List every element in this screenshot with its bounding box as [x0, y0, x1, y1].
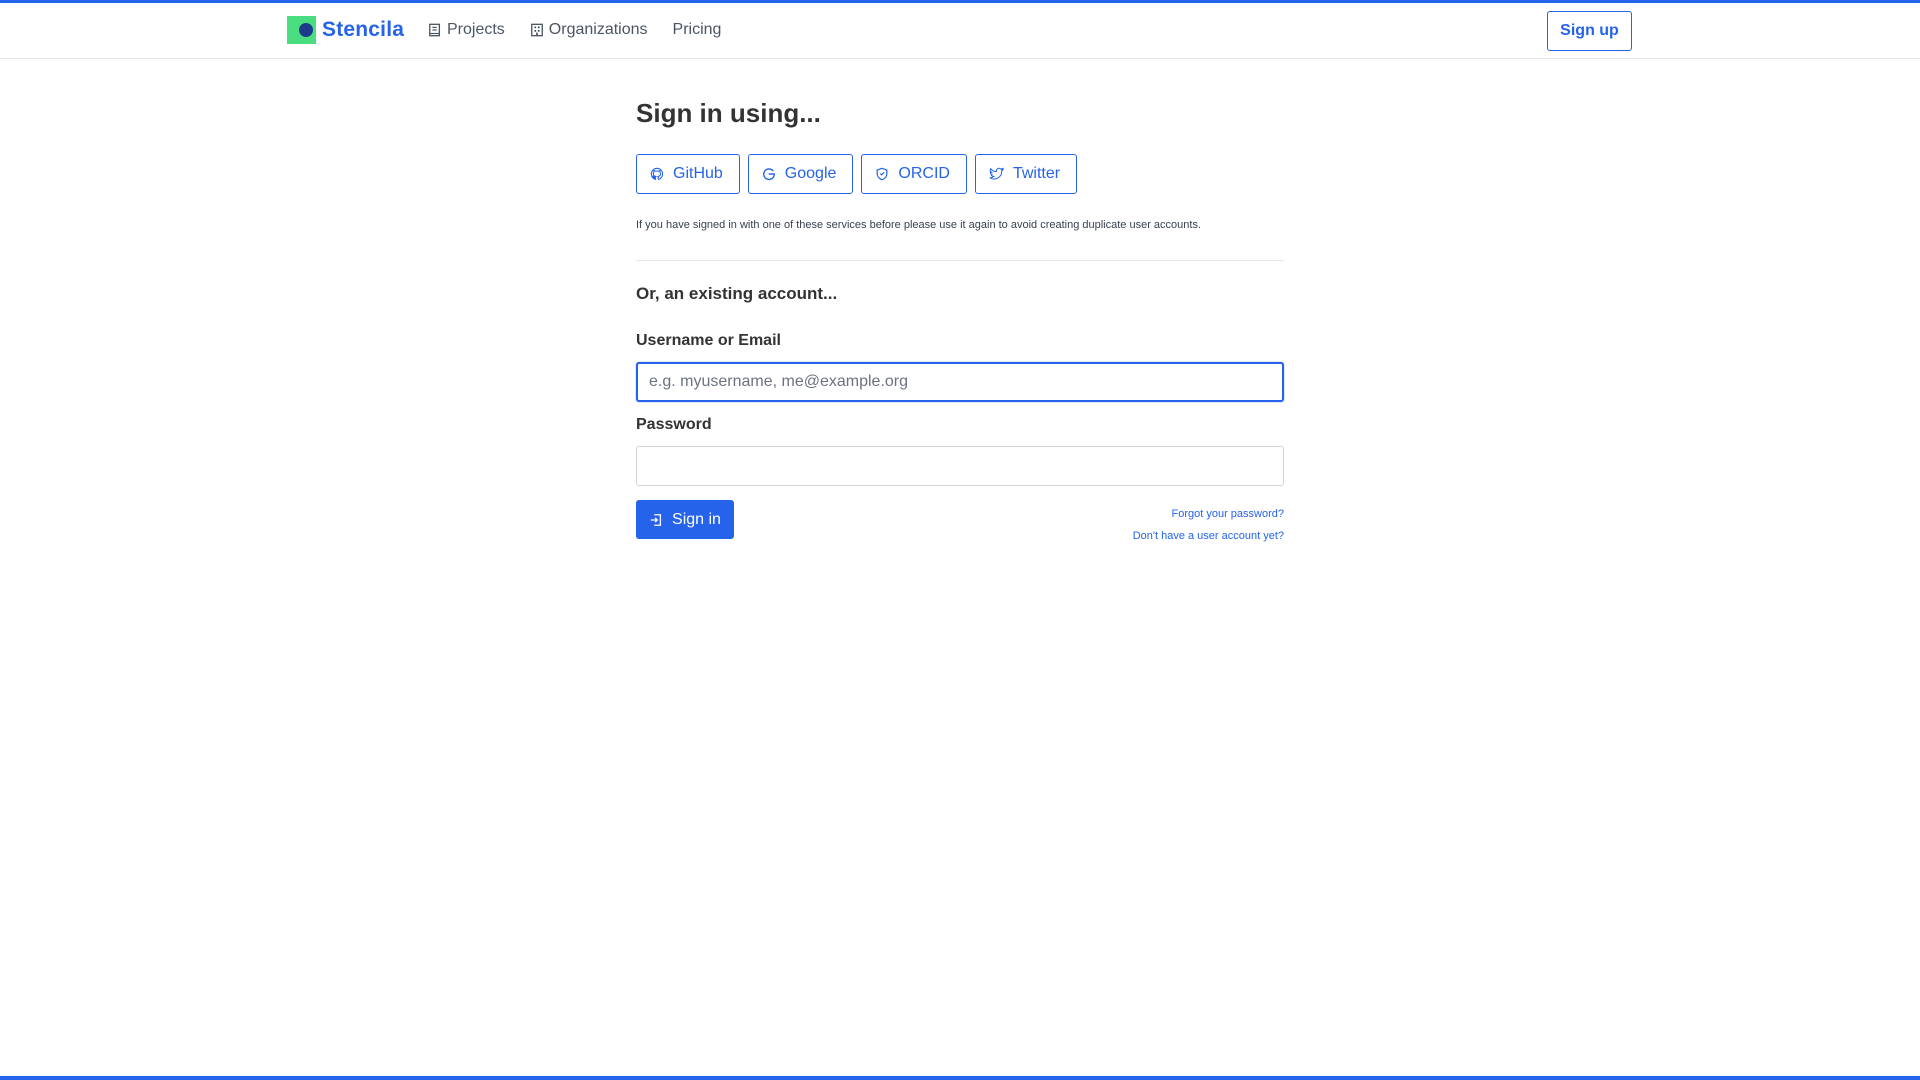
google-signin-button[interactable]: Google: [747, 154, 854, 194]
username-label: Username or Email: [636, 332, 781, 349]
nav-projects[interactable]: Projects: [428, 21, 505, 39]
google-icon: [762, 168, 775, 181]
main-nav: Projects Organizations Pricing: [428, 21, 746, 39]
logo-mark-icon: [287, 16, 316, 44]
bottom-accent-bar: [0, 1076, 1920, 1080]
nav-organizations[interactable]: Organizations: [530, 21, 648, 39]
twitter-icon: [989, 167, 1004, 180]
sign-up-button[interactable]: Sign up: [1547, 11, 1632, 51]
sign-in-label: Sign in: [672, 510, 721, 528]
section-divider: [636, 260, 1284, 261]
password-label: Password: [636, 416, 712, 433]
logo-text: Stencila: [322, 18, 405, 41]
orcid-label: ORCID: [898, 165, 950, 182]
orcid-signin-button[interactable]: ORCID: [861, 154, 967, 194]
google-label: Google: [784, 165, 837, 182]
nav-pricing[interactable]: Pricing: [673, 21, 722, 39]
book-icon: [429, 23, 441, 37]
github-label: GitHub: [673, 165, 723, 182]
sign-up-link[interactable]: Don't have a user account yet?: [1133, 525, 1284, 547]
provider-buttons: GitHub Google ORCID Twitter: [636, 154, 1085, 194]
forgot-password-link[interactable]: Forgot your password?: [1133, 503, 1285, 525]
twitter-label: Twitter: [1012, 165, 1061, 182]
github-icon: [650, 167, 664, 180]
sign-in-icon: [650, 513, 662, 526]
nav-projects-label: Projects: [447, 21, 505, 38]
orcid-shield-icon: [876, 167, 888, 181]
building-icon: [530, 23, 543, 37]
duplicate-account-note: If you have signed in with one of these …: [636, 219, 1202, 231]
nav-organizations-label: Organizations: [548, 21, 648, 38]
page-title: Sign in using...: [636, 98, 821, 128]
sign-in-button[interactable]: Sign in: [636, 500, 734, 539]
nav-pricing-label: Pricing: [672, 21, 722, 38]
twitter-signin-button[interactable]: Twitter: [974, 154, 1078, 194]
github-signin-button[interactable]: GitHub: [636, 154, 740, 194]
password-input[interactable]: [636, 446, 1284, 486]
account-help-links: Forgot your password? Don't have a user …: [1133, 503, 1284, 547]
site-header: Stencila Projects Organizations Pricing …: [0, 3, 1920, 59]
stencila-logo[interactable]: Stencila: [287, 16, 404, 44]
existing-account-heading: Or, an existing account...: [636, 284, 838, 303]
username-input[interactable]: [636, 362, 1284, 402]
